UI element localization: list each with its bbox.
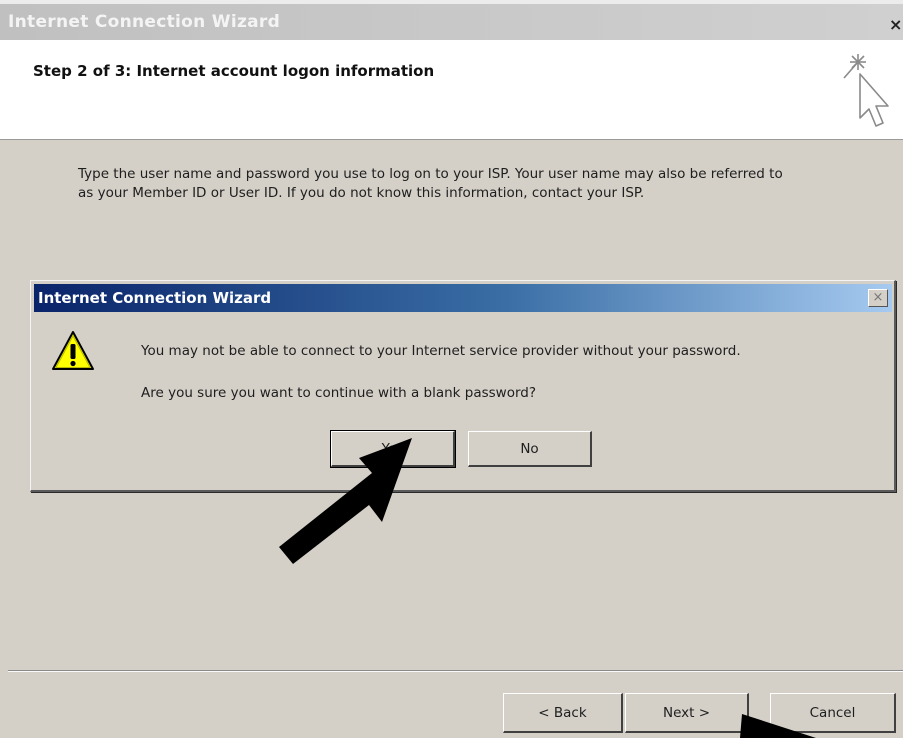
wizard-titlebar[interactable]: Internet Connection Wizard × bbox=[0, 0, 903, 40]
wizard-cursor-icon bbox=[843, 54, 889, 127]
no-button[interactable]: No bbox=[468, 431, 592, 467]
dialog-message: You may not be able to connect to your I… bbox=[141, 343, 741, 359]
confirm-dialog: Internet Connection Wizard × You may not… bbox=[30, 280, 896, 492]
step-title: Step 2 of 3: Internet account logon info… bbox=[33, 62, 435, 80]
wizard-title: Internet Connection Wizard bbox=[8, 12, 281, 32]
dialog-titlebar[interactable]: Internet Connection Wizard × bbox=[34, 284, 892, 312]
dialog-title: Internet Connection Wizard bbox=[38, 289, 272, 307]
cancel-button[interactable]: Cancel bbox=[770, 693, 896, 733]
yes-button[interactable]: Yes bbox=[330, 430, 456, 468]
next-button[interactable]: Next > bbox=[625, 693, 749, 733]
dialog-question: Are you sure you want to continue with a… bbox=[141, 385, 537, 401]
wizard-header: Step 2 of 3: Internet account logon info… bbox=[0, 40, 903, 140]
dialog-close-button[interactable]: × bbox=[868, 289, 888, 307]
wizard-window: Internet Connection Wizard × Step 2 of 3… bbox=[0, 0, 903, 738]
instructions-text: Type the user name and password you use … bbox=[78, 166, 783, 201]
back-button[interactable]: < Back bbox=[503, 693, 623, 733]
wizard-close-button[interactable]: × bbox=[889, 14, 903, 36]
warning-icon bbox=[52, 331, 94, 370]
footer-divider bbox=[8, 670, 903, 672]
